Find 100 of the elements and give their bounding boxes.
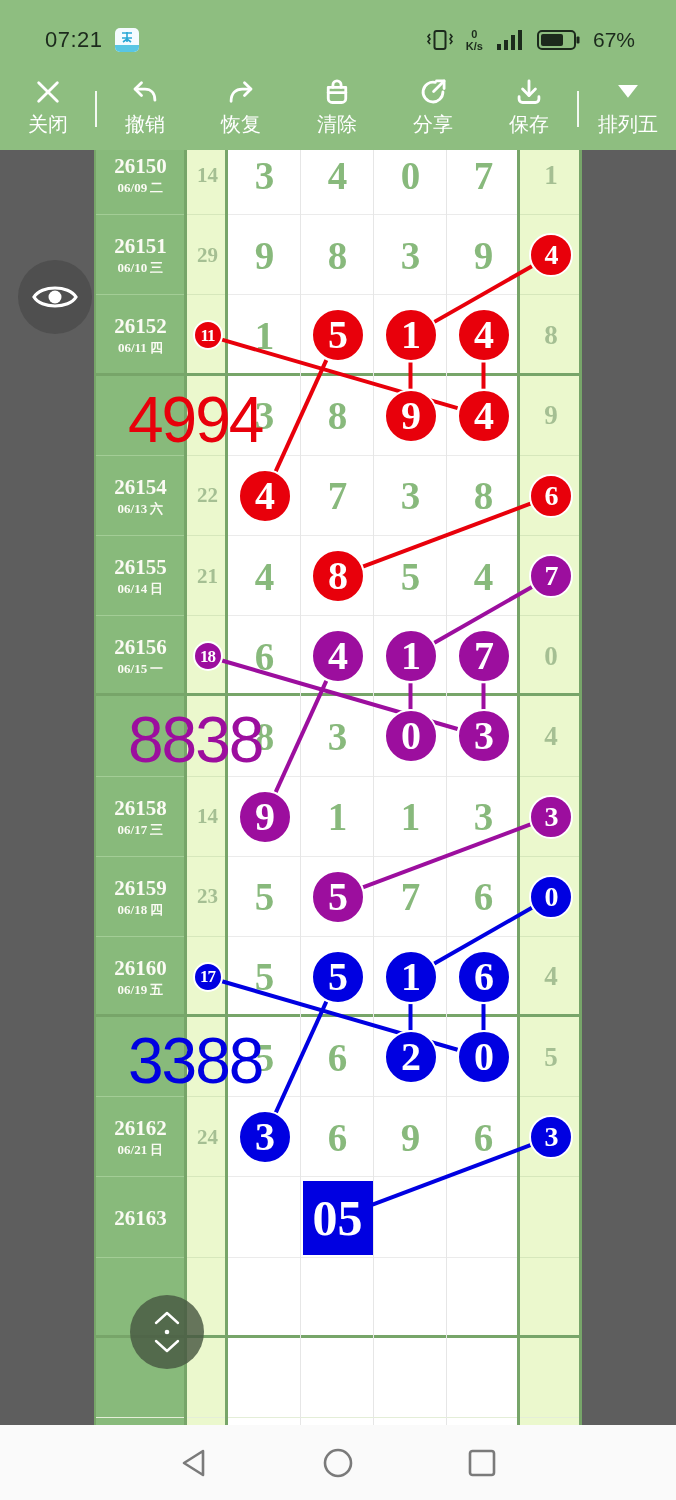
circled-number: 6 xyxy=(529,473,573,518)
network-speed-value: 0 xyxy=(471,28,478,40)
draw-date: 06/10 三 xyxy=(117,260,164,276)
digit-cell: 3 xyxy=(301,696,374,777)
home-icon[interactable] xyxy=(323,1447,353,1478)
circled-number: 9 xyxy=(237,789,292,844)
battery-percent: 67% xyxy=(592,28,635,52)
sum-cell: 23 xyxy=(187,856,228,937)
period-number: 26150 xyxy=(114,155,167,178)
draw-date: 06/09 二 xyxy=(117,180,164,196)
period-number: 26151 xyxy=(114,235,167,258)
close-button[interactable]: 关闭 xyxy=(0,68,95,150)
period-number: 26163 xyxy=(114,1206,167,1229)
digit-cell: 6 xyxy=(301,1017,374,1098)
digit-cell: 3 xyxy=(447,776,520,857)
redo-button[interactable]: 恢复 xyxy=(193,68,289,150)
digit-cell: 4 xyxy=(447,535,520,617)
share-button[interactable]: 分享 xyxy=(385,68,481,150)
app-notification-icon xyxy=(114,28,139,52)
status-time: 07:21 xyxy=(45,27,103,53)
digit-cell: 8 xyxy=(301,375,374,456)
circled-number: 0 xyxy=(529,874,573,919)
recents-icon[interactable] xyxy=(468,1448,496,1477)
period-number: 26159 xyxy=(114,876,167,899)
digit-cell: 3 xyxy=(228,150,301,216)
digit-cell: 1 xyxy=(228,295,301,376)
period-number: 26160 xyxy=(114,956,167,979)
digit-cell: 3 xyxy=(374,215,447,296)
period-number: 26154 xyxy=(114,475,167,498)
sum-cell: 22 xyxy=(187,455,228,536)
scroll-arrows-icon xyxy=(153,1310,181,1354)
boxed-number: 05 xyxy=(302,1180,373,1255)
digit-cell: 0 xyxy=(374,150,447,216)
digit-cell: 6 xyxy=(301,1097,374,1178)
signal-icon xyxy=(494,29,525,51)
circled-number: 8 xyxy=(310,549,365,604)
circled-number: 11 xyxy=(192,320,223,351)
period-number: 26156 xyxy=(114,636,167,659)
draw-date: 06/19 五 xyxy=(117,981,164,997)
undo-button[interactable]: 撤销 xyxy=(97,68,193,150)
download-icon xyxy=(515,78,543,106)
redo-icon xyxy=(227,78,255,106)
digit-cell: 4 xyxy=(228,535,301,617)
clear-button[interactable]: 清除 xyxy=(289,68,385,150)
share-icon xyxy=(419,78,447,106)
digit-cell: 6 xyxy=(447,856,520,937)
period-number: 26155 xyxy=(114,556,167,579)
period-number: 26162 xyxy=(114,1117,167,1140)
circled-number: 3 xyxy=(529,1115,573,1160)
battery-icon xyxy=(536,29,581,51)
fifth-digit-cell: 5 xyxy=(520,1017,582,1098)
vibrate-icon xyxy=(425,29,454,51)
sum-cell: 21 xyxy=(187,535,228,617)
circled-number: 4 xyxy=(456,388,511,443)
draw-date: 06/17 三 xyxy=(117,821,164,837)
draw-date: 06/18 四 xyxy=(117,901,164,917)
circled-number: 4 xyxy=(237,468,292,523)
circled-number: 17 xyxy=(192,961,223,992)
draw-date: 06/13 六 xyxy=(117,500,164,516)
digit-cell: 3 xyxy=(374,455,447,536)
digit-cell: 4 xyxy=(301,150,374,216)
draw-date: 06/21 日 xyxy=(117,1142,164,1158)
fifth-digit-cell: 4 xyxy=(520,696,582,777)
fifth-digit-cell: 1 xyxy=(520,150,582,216)
fifth-digit-cell: 9 xyxy=(520,375,582,456)
digit-cell: 5 xyxy=(228,936,301,1018)
fifth-digit-cell: 4 xyxy=(520,936,582,1018)
digit-cell: 1 xyxy=(374,776,447,857)
digit-cell: 6 xyxy=(447,1097,520,1178)
lottery-type-dropdown[interactable]: 排列五 xyxy=(579,68,676,150)
circled-number: 4 xyxy=(456,308,511,363)
circled-number: 2 xyxy=(383,1030,438,1085)
digit-cell: 8 xyxy=(301,215,374,296)
circled-number: 9 xyxy=(383,388,438,443)
sum-cell: 14 xyxy=(187,776,228,857)
save-button[interactable]: 保存 xyxy=(481,68,577,150)
digit-cell: 9 xyxy=(374,1097,447,1178)
circled-number: 0 xyxy=(456,1030,511,1085)
digit-cell: 9 xyxy=(228,215,301,296)
network-speed-unit: K/s xyxy=(465,40,483,52)
sum-cell: 29 xyxy=(187,215,228,296)
circled-number: 7 xyxy=(529,554,573,599)
digit-cell: 7 xyxy=(447,150,520,216)
sum-cell: 14 xyxy=(187,150,228,216)
digit-cell: 7 xyxy=(301,455,374,536)
circled-number: 1 xyxy=(383,308,438,363)
circled-number: 1 xyxy=(383,949,438,1004)
fifth-digit-cell: 0 xyxy=(520,616,582,697)
circled-number: 5 xyxy=(310,869,365,924)
period-number: 26158 xyxy=(114,796,167,819)
circled-number: 7 xyxy=(456,629,511,684)
draw-date: 06/14 日 xyxy=(117,581,164,597)
sum-cell: 24 xyxy=(187,1097,228,1178)
circled-number: 3 xyxy=(529,794,573,839)
circled-number: 5 xyxy=(310,949,365,1004)
circled-number: 4 xyxy=(310,629,365,684)
digit-cell: 6 xyxy=(228,616,301,697)
circled-number: 6 xyxy=(456,949,511,1004)
circled-number: 3 xyxy=(456,709,511,764)
fifth-digit-cell: 8 xyxy=(520,295,582,376)
